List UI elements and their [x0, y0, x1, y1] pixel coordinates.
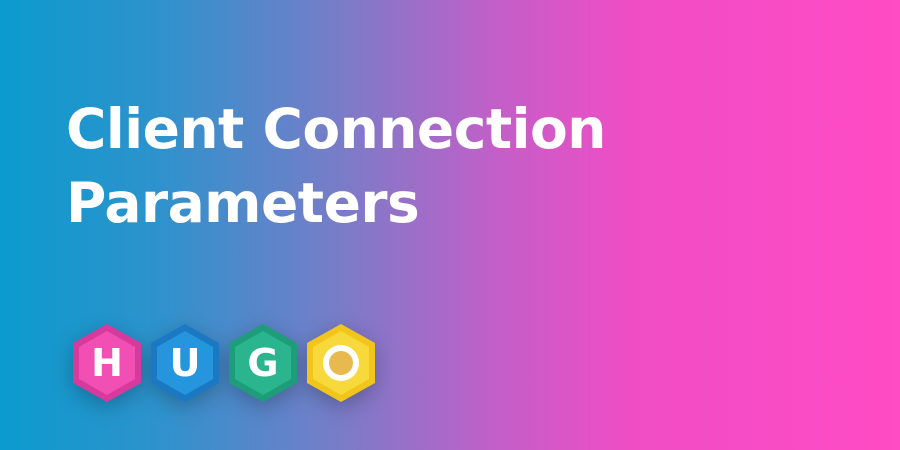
hugo-h-hexagon: H [70, 322, 144, 404]
hugo-letter-u: U [169, 341, 201, 385]
banner: Client Connection Parameters H U G [0, 0, 900, 450]
hugo-g-hexagon: G [226, 322, 300, 404]
hugo-letter-h: H [91, 341, 123, 385]
hugo-logo: H U G [70, 322, 390, 406]
page-title: Client Connection Parameters [66, 92, 606, 240]
hexagon-shape [307, 324, 375, 402]
title-line-1: Client Connection [66, 97, 606, 161]
hugo-o-hexagon [304, 322, 378, 404]
title-line-2: Parameters [66, 171, 420, 235]
hugo-letter-g: G [247, 341, 279, 385]
hugo-u-hexagon: U [148, 322, 222, 404]
